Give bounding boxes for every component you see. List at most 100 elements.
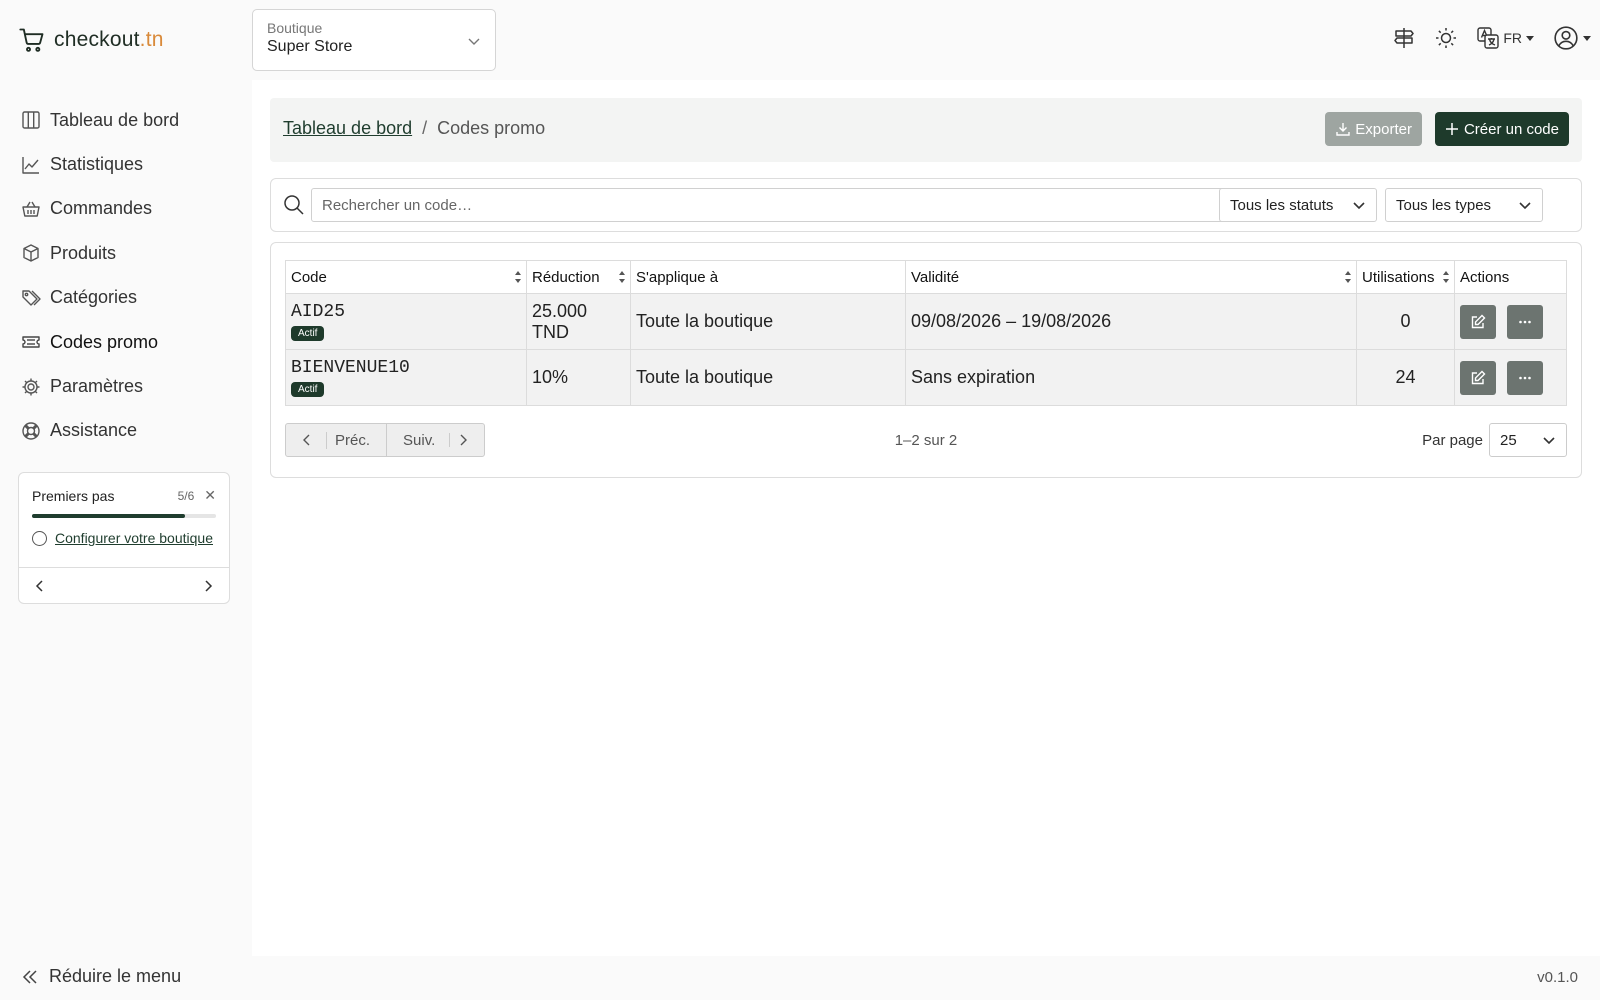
sidebar-item-label: Assistance [50,420,138,441]
reduction-cell: 25.000 TND [526,293,631,350]
export-button[interactable]: Exporter [1325,112,1422,146]
column-header-validity[interactable]: Validité [905,260,1357,294]
sidebar-item-support[interactable]: Assistance [0,409,252,453]
table-row: AID25 Actif 25.000 TND Toute la boutique… [285,293,1567,350]
gear-icon [21,377,41,397]
close-icon[interactable]: ✕ [204,487,216,504]
promo-codes-card: Code Réduction S'applique à Validité Uti… [270,242,1582,478]
store-selector-label: Boutique [267,20,323,36]
language-selector[interactable]: FR [1476,26,1535,50]
sort-icon [1442,270,1450,284]
tags-icon [21,288,41,308]
chevron-down-icon [1518,198,1532,212]
column-header-reduction[interactable]: Réduction [526,260,631,294]
cart-icon [18,26,46,54]
sidebar: checkout.tn Tableau de bord Statistiques… [0,0,252,1000]
pagination-range: 1–2 sur 2 [894,432,958,449]
sidebar-item-products[interactable]: Produits [0,231,252,275]
status-filter-value: Tous les statuts [1230,196,1334,214]
edit-icon [1470,314,1486,330]
search-input[interactable] [311,188,1229,222]
uses-cell: 0 [1356,293,1455,350]
type-filter-select[interactable]: Tous les types [1385,188,1543,222]
sidebar-item-orders[interactable]: Commandes [0,187,252,231]
validity-cell: 09/08/2026 – 19/08/2026 [905,293,1357,350]
caret-down-icon [1525,33,1535,43]
column-header-uses[interactable]: Utilisations [1356,260,1455,294]
promo-code: AID25 [291,302,346,322]
ellipsis-icon [1517,314,1533,330]
onboarding-card: Premiers pas 5/6 ✕ Configurer votre bout… [18,472,230,604]
ellipsis-icon [1517,370,1533,386]
column-header-applies-to: S'applique à [630,260,906,294]
user-menu[interactable] [1553,25,1592,51]
sidebar-item-label: Codes promo [50,331,159,352]
breadcrumb: Tableau de bord / Codes promo [283,118,545,139]
topbar-actions: FR [1392,25,1592,51]
collapse-menu-button[interactable]: Réduire le menu [21,966,181,987]
store-selector[interactable]: Boutique Super Store [252,9,496,71]
promo-code: BIENVENUE10 [291,358,410,378]
more-actions-button[interactable] [1507,304,1544,339]
status-filter-select[interactable]: Tous les statuts [1219,188,1377,222]
code-cell: AID25 Actif [285,293,527,350]
sidebar-item-label: Tableau de bord [50,109,180,130]
edit-button[interactable] [1460,304,1496,339]
per-page-label: Par page [1422,432,1483,449]
table-header-row: Code Réduction S'applique à Validité Uti… [285,260,1567,294]
filter-bar: Tous les statuts Tous les types [270,178,1582,232]
breadcrumb-separator: / [422,118,428,138]
promo-codes-table: Code Réduction S'applique à Validité Uti… [285,260,1567,406]
reduction-cell: 10% [526,349,631,406]
edit-button[interactable] [1460,360,1496,395]
search-icon [283,194,305,216]
more-actions-button[interactable] [1507,360,1544,395]
step-radio[interactable] [32,530,47,546]
user-circle-icon [1553,25,1579,51]
page-header: Tableau de bord / Codes promo Exporter C… [270,98,1582,162]
actions-cell [1454,349,1567,406]
app-version: v0.1.0 [1537,969,1578,986]
caret-down-icon [1582,33,1592,43]
sidebar-item-categories[interactable]: Catégories [0,276,252,320]
onboarding-progress-fill [32,514,186,518]
chevron-down-icon [467,34,481,48]
topbar: Boutique Super Store FR [252,0,1600,80]
chevron-right-icon[interactable] [201,579,215,593]
sidebar-item-promo-codes[interactable]: Codes promo [0,320,252,364]
column-header-code[interactable]: Code [285,260,527,294]
create-code-button[interactable]: Créer un code [1434,112,1569,146]
logo[interactable]: checkout.tn [18,26,164,54]
download-icon [1335,121,1351,137]
signpost-icon[interactable] [1392,26,1416,50]
ticket-icon [21,332,41,352]
sidebar-item-label: Produits [50,242,117,263]
sidebar-item-label: Commandes [50,198,153,219]
sidebar-item-label: Paramètres [50,376,144,397]
breadcrumb-link-dashboard[interactable]: Tableau de bord [283,118,412,139]
export-label: Exporter [1355,120,1412,138]
main-content: Tableau de bord / Codes promo Exporter C… [252,80,1600,956]
chart-line-icon [21,155,41,175]
status-badge: Actif [291,382,325,397]
validity-cell: Sans expiration [905,349,1357,406]
plus-icon [1445,122,1459,136]
language-label: FR [1503,30,1522,46]
actions-cell [1454,293,1567,350]
edit-icon [1470,370,1486,386]
chevron-left-icon[interactable] [33,579,47,593]
create-code-label: Créer un code [1463,120,1559,138]
onboarding-step-link[interactable]: Configurer votre boutique [55,530,213,546]
per-page-select[interactable]: 25 [1489,423,1567,457]
sun-icon[interactable] [1434,26,1458,50]
sidebar-item-dashboard[interactable]: Tableau de bord [0,98,252,142]
sidebar-item-statistics[interactable]: Statistiques [0,142,252,186]
lifebuoy-icon [21,421,41,441]
code-cell: BIENVENUE10 Actif [285,349,527,406]
type-filter-value: Tous les types [1396,196,1492,214]
columns-icon [21,110,41,130]
sort-icon [514,270,522,284]
box-icon [21,243,41,263]
sidebar-item-settings[interactable]: Paramètres [0,364,252,408]
chevron-down-icon [1352,198,1366,212]
